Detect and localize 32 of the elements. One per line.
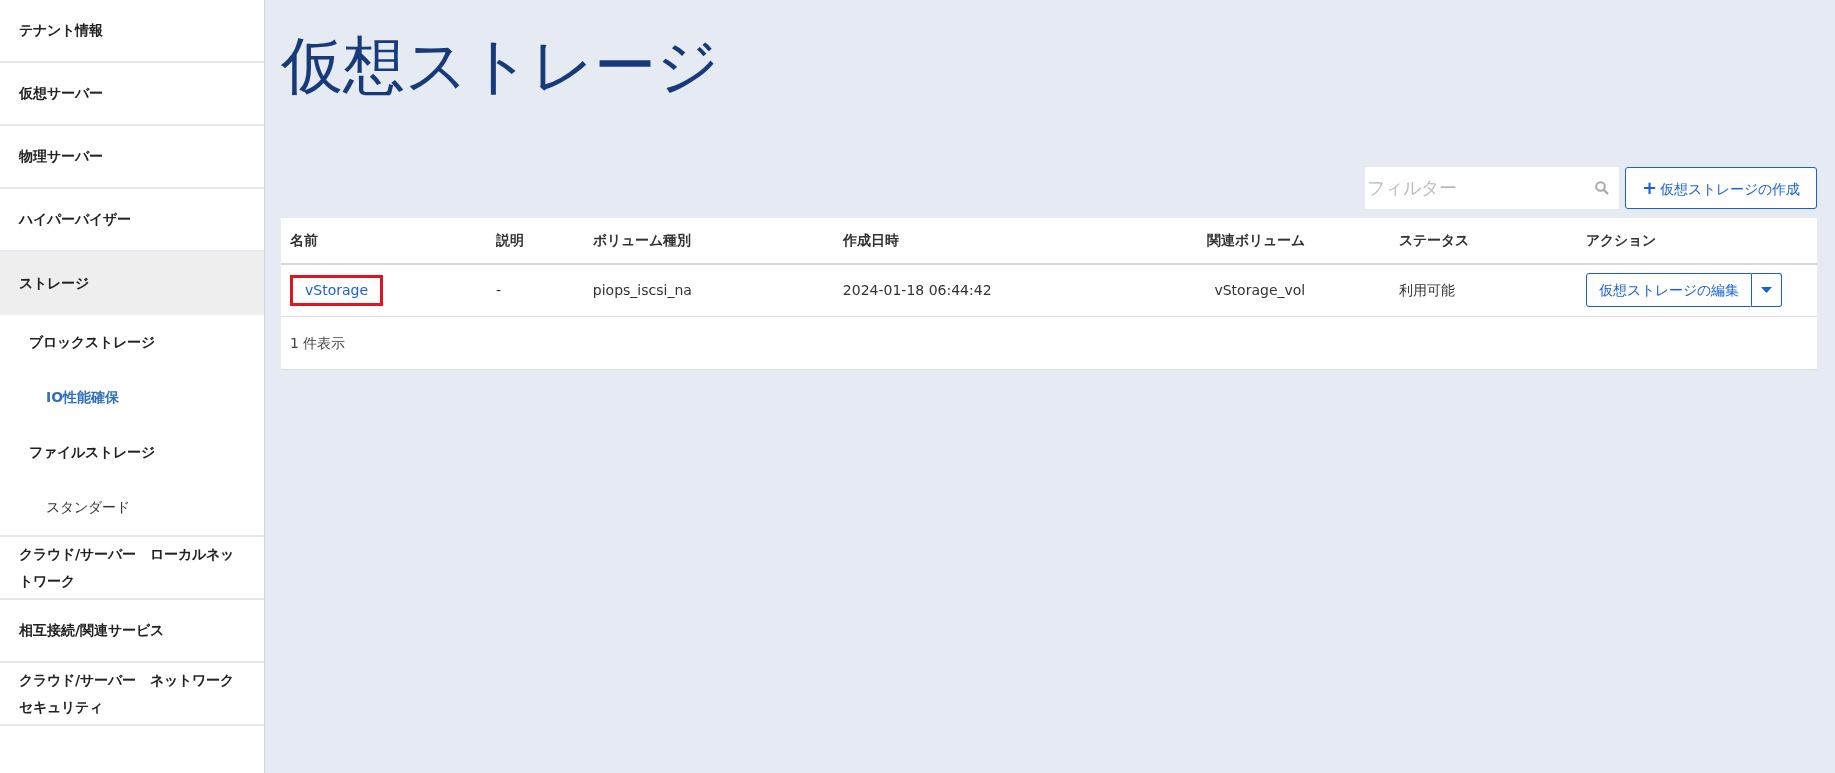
column-header: ステータス — [1390, 217, 1577, 264]
column-header: 関連ボリューム — [1131, 217, 1391, 264]
caret-down-icon — [1760, 287, 1772, 294]
page-title: 仮想ストレージ — [281, 28, 720, 104]
table-cell: 2024-01-18 06:44:42 — [833, 263, 1132, 317]
sidebar-subitem[interactable]: IO性能確保 — [0, 370, 264, 425]
table-cell: piops_iscsi_na — [583, 263, 834, 317]
sidebar-item[interactable]: 相互接続/関連サービス — [0, 600, 264, 663]
row-count-text: 1 件表示 — [281, 316, 1817, 370]
create-storage-button[interactable]: + 仮想ストレージの作成 — [1624, 166, 1817, 209]
sidebar-subitem[interactable]: ファイルストレージ — [0, 425, 264, 480]
search-icon — [1594, 180, 1609, 195]
storage-name-link[interactable]: vStorage — [290, 274, 384, 306]
filter-field[interactable]: フィルター — [1364, 166, 1619, 209]
column-header: 名前 — [281, 217, 487, 264]
edit-storage-button[interactable]: 仮想ストレージの編集 — [1585, 273, 1752, 308]
sidebar-subitem[interactable]: スタンダード — [0, 480, 264, 535]
sidebar-item[interactable]: 物理サーバー — [0, 126, 264, 189]
sidebar-item[interactable]: 仮想サーバー — [0, 63, 264, 126]
sidebar-item[interactable]: クラウド/サーバー ローカルネットワーク — [0, 537, 264, 600]
sidebar-item[interactable]: テナント情報 — [0, 0, 264, 63]
sidebar-item[interactable]: クラウド/サーバー ネットワークセキュリティ — [0, 663, 264, 726]
column-header: ボリューム種別 — [583, 217, 834, 264]
sidebar-item[interactable]: ストレージ — [0, 252, 264, 315]
table-cell: vStorage_vol — [1131, 263, 1391, 317]
column-header: 作成日時 — [833, 217, 1132, 264]
dropdown-toggle-button[interactable] — [1751, 273, 1782, 308]
table-cell: 利用可能 — [1390, 263, 1577, 317]
column-header: アクション — [1576, 217, 1817, 264]
column-header: 説明 — [487, 217, 584, 264]
sidebar-subitem[interactable]: ブロックストレージ — [0, 315, 264, 370]
table-cell: - — [487, 263, 584, 317]
